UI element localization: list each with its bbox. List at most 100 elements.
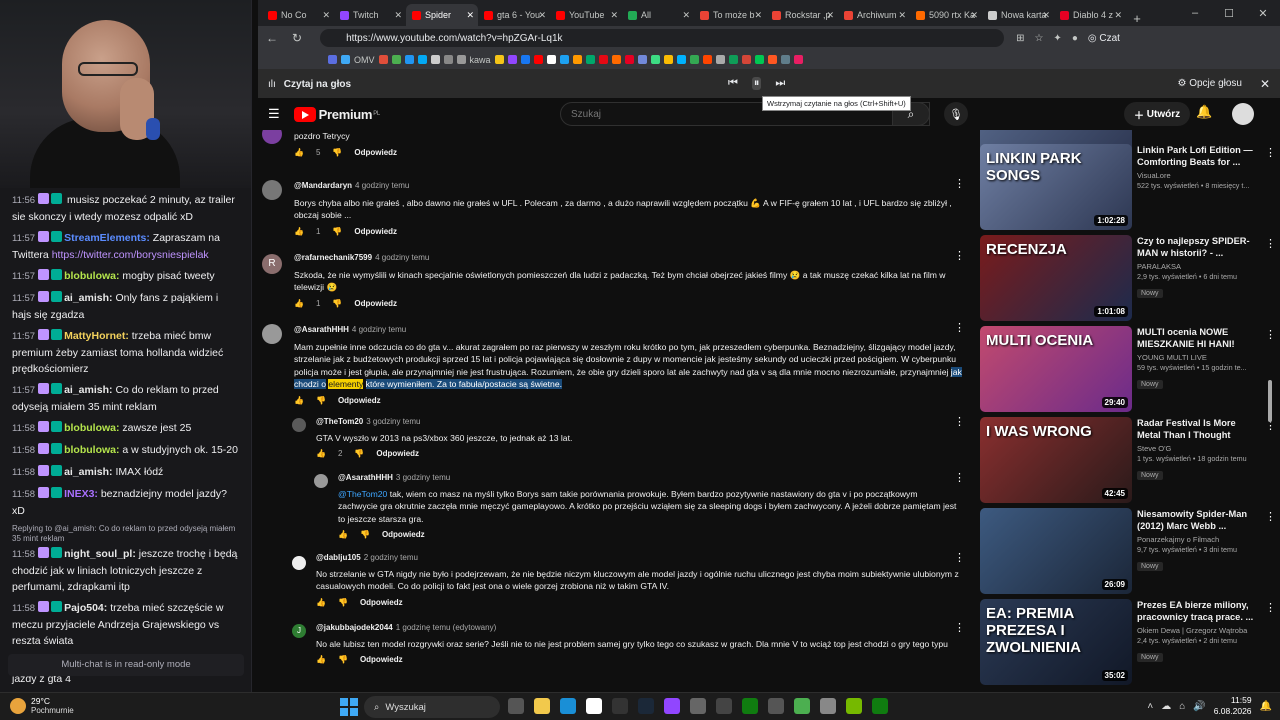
dislike-icon[interactable]: 👎 — [338, 597, 348, 610]
chat-username[interactable]: INEX3: — [64, 488, 98, 500]
bookmark-icon[interactable] — [507, 55, 517, 64]
comment-avatar[interactable] — [292, 556, 306, 570]
bookmark-icon[interactable] — [430, 55, 440, 64]
favorite-star-icon[interactable]: ☆ — [1034, 33, 1043, 44]
task-view-icon[interactable] — [508, 698, 524, 714]
reply-button[interactable]: Odpowiedz — [360, 597, 403, 610]
channel-name[interactable]: PARALAKSA — [1137, 262, 1257, 272]
menu-icon[interactable]: ☰ — [268, 106, 280, 122]
close-tab-icon[interactable]: ✕ — [898, 10, 906, 21]
voice-search-icon[interactable]: 🎙 — [944, 102, 968, 126]
comment-author[interactable]: @AsarathHHH — [294, 325, 349, 334]
app-icon[interactable] — [768, 698, 784, 714]
like-icon[interactable]: 👍 — [294, 298, 304, 311]
dislike-icon[interactable]: 👎 — [360, 529, 370, 542]
xbox-icon[interactable] — [872, 698, 888, 714]
app-icon[interactable] — [586, 698, 602, 714]
video-thumbnail[interactable]: 26:09 — [980, 508, 1132, 594]
reply-button[interactable]: Odpowiedz — [354, 226, 397, 239]
comment-menu-icon[interactable]: ⋮ — [954, 250, 965, 263]
like-icon[interactable]: 👍 — [316, 448, 326, 461]
profile-icon[interactable]: ● — [1072, 33, 1078, 44]
bookmark-icon[interactable] — [378, 55, 388, 64]
dislike-icon[interactable]: 👎 — [338, 654, 348, 667]
notifications-icon[interactable]: 🔔 — [1196, 104, 1212, 120]
previous-icon[interactable]: ⏮ — [728, 77, 738, 90]
xbox-icon[interactable] — [742, 698, 758, 714]
browser-tab[interactable]: 5090 rtx Ka ✕ — [910, 4, 982, 26]
chat-username[interactable]: ai_amish: — [64, 292, 112, 304]
create-button[interactable]: ＋ Utwórz — [1124, 102, 1191, 126]
browser-tab[interactable]: Twitch ✕ — [334, 4, 406, 26]
video-thumbnail[interactable]: LINKIN PARK SONGS 1:02:28 — [980, 144, 1132, 230]
reply-button[interactable]: Odpowiedz — [354, 298, 397, 311]
browser-tab[interactable]: Nowa karta ✕ — [982, 4, 1054, 26]
bookmark-icon[interactable] — [328, 55, 337, 64]
channel-name[interactable]: VisuaLore — [1137, 171, 1257, 181]
related-video[interactable]: MULTI OCENIA 29:40 MULTI ocenia NOWE MIESZ… — [980, 326, 1280, 414]
bookmark-icon[interactable] — [728, 55, 738, 64]
bookmark-icon[interactable] — [456, 55, 466, 64]
close-tab-icon[interactable]: ✕ — [322, 10, 330, 21]
minimize-icon[interactable]: – — [1178, 7, 1212, 19]
url-field[interactable]: https://www.youtube.com/watch?v=hpZGAr-L… — [320, 29, 1005, 47]
bookmark-icon[interactable] — [417, 55, 427, 64]
bookmark-icon[interactable] — [663, 55, 673, 64]
video-menu-icon[interactable]: ⋮ — [1265, 601, 1276, 614]
app-icon[interactable] — [794, 698, 810, 714]
browser-tab[interactable]: Archiwum ✕ — [838, 4, 910, 26]
dislike-icon[interactable]: 👎 — [332, 147, 342, 160]
extensions-icon[interactable]: ✦ — [1053, 33, 1061, 44]
taskbar-search[interactable]: ⌕ Wyszukaj — [364, 696, 500, 718]
chat-username[interactable]: StreamElements: — [64, 232, 150, 244]
youtube-logo[interactable]: Premium PL — [293, 106, 380, 122]
new-tab-button[interactable]: + — [1126, 11, 1148, 26]
comment-avatar[interactable] — [262, 324, 282, 344]
channel-name[interactable]: Steve O'G — [1137, 444, 1257, 454]
bookmark-icon[interactable] — [624, 55, 634, 64]
channel-name[interactable]: Ponarzekajmy o Filmach — [1137, 535, 1257, 545]
bookmark-icon[interactable] — [741, 55, 751, 64]
reply-button[interactable]: Odpowiedz — [354, 147, 397, 160]
app-icon[interactable] — [820, 698, 836, 714]
close-tab-icon[interactable]: ✕ — [538, 10, 546, 21]
video-title[interactable]: Niesamowity Spider-Man (2012) Marc Webb … — [1137, 508, 1257, 532]
bookmark-icon[interactable] — [767, 55, 777, 64]
close-tab-icon[interactable]: ✕ — [1114, 10, 1122, 21]
comment-author[interactable]: @rafarnechanik7599 — [294, 253, 372, 262]
comment-avatar[interactable] — [314, 474, 328, 488]
chat-username[interactable]: MattyHornet: — [64, 330, 129, 342]
video-thumbnail[interactable]: EA: PREMIA PREZESA I ZWOLNIENIA 35:02 — [980, 599, 1132, 685]
chevron-up-icon[interactable]: ˄ — [1147, 701, 1153, 712]
video-title[interactable]: MULTI ocenia NOWE MIESZKANIE HI HANI! — [1137, 326, 1257, 350]
dislike-icon[interactable]: 👎 — [354, 448, 364, 461]
comment-menu-icon[interactable]: ⋮ — [954, 416, 965, 429]
bookmark-icon[interactable] — [650, 55, 660, 64]
app-icon[interactable] — [716, 698, 732, 714]
browser-tab[interactable]: All ✕ — [622, 4, 694, 26]
bookmark-icon[interactable] — [676, 55, 686, 64]
chat-username[interactable]: ai_amish: — [64, 384, 112, 396]
bookmark-icon[interactable] — [702, 55, 712, 64]
like-icon[interactable]: 👍 — [294, 147, 304, 160]
reply-button[interactable]: Odpowiedz — [376, 448, 419, 461]
like-icon[interactable]: 👍 — [294, 395, 304, 408]
bookmark-icon[interactable] — [637, 55, 647, 64]
bookmark-icon[interactable] — [611, 55, 621, 64]
channel-name[interactable]: YOUNG MULTI LIVE — [1137, 353, 1257, 363]
browser-tab[interactable]: Diablo 4 z ✕ — [1054, 4, 1126, 26]
weather-widget[interactable]: 29°C Pochmurnie — [10, 696, 74, 716]
close-tab-icon[interactable]: ✕ — [826, 10, 834, 21]
video-thumbnail[interactable]: MULTI OCENIA 29:40 — [980, 326, 1132, 412]
chat-username[interactable]: Pajo504: — [64, 602, 107, 614]
copilot-chat-button[interactable]: ◎ Czat — [1088, 33, 1120, 44]
scrollbar-thumb[interactable] — [1268, 380, 1272, 422]
channel-name[interactable]: Okiem Dewa | Grzegorz Wątroba — [1137, 626, 1257, 636]
pause-icon[interactable]: ⏸ — [751, 77, 762, 90]
comment-avatar[interactable] — [292, 418, 306, 432]
bookmark-icon[interactable] — [585, 55, 595, 64]
bookmark-icon[interactable] — [754, 55, 764, 64]
comment-author[interactable]: @AsarathHHH — [338, 473, 393, 482]
dislike-icon[interactable]: 👎 — [316, 395, 326, 408]
browser-tab[interactable]: gta 6 - You ✕ — [478, 4, 550, 26]
